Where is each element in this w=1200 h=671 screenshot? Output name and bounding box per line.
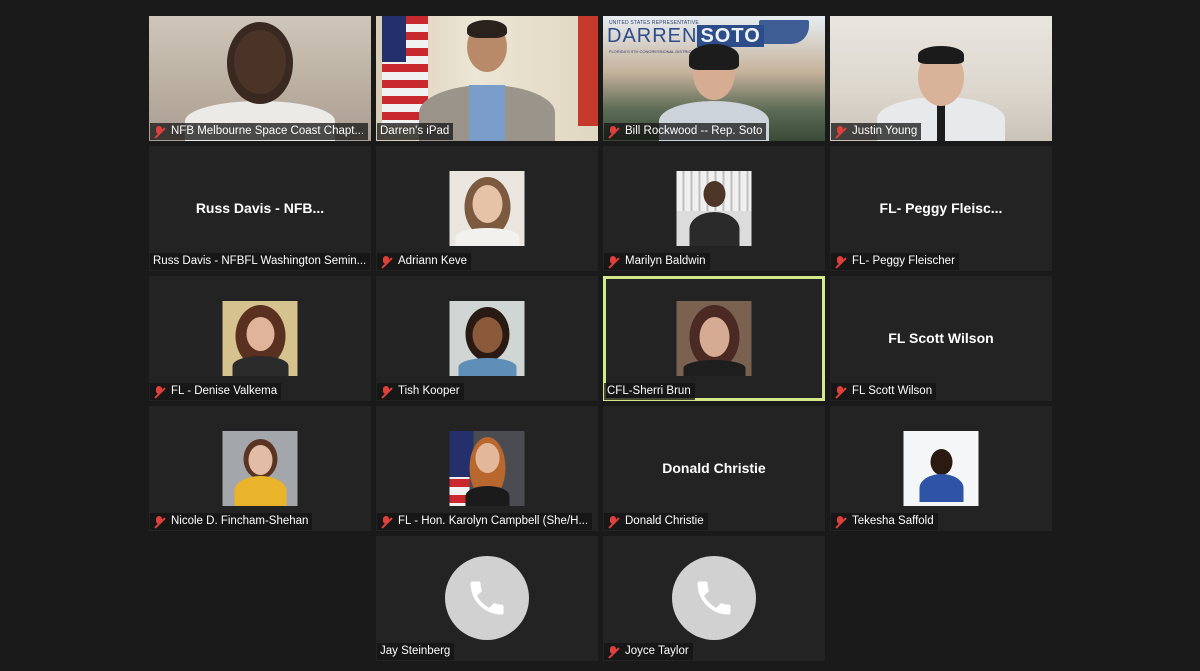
profile-photo [222,431,298,506]
phone-call-icon [672,556,756,640]
participant-name-label: Tish Kooper [377,383,464,400]
participant-tile[interactable]: Donald Christie Donald Christie [603,406,825,531]
mic-muted-icon [607,125,619,138]
profile-photo [449,431,525,506]
participant-name-label: Darren's iPad [377,123,454,140]
participant-tile[interactable]: Jay Steinberg [376,536,598,661]
participant-tile[interactable]: FL Scott Wilson FL Scott Wilson [830,276,1052,401]
mic-muted-icon [153,515,165,528]
participant-name-label: Joyce Taylor [604,643,693,660]
participant-name-label: Marilyn Baldwin [604,253,710,270]
participant-name-label: Russ Davis - NFBFL Washington Semin... [150,253,371,270]
mic-muted-icon [834,515,846,528]
participant-tile[interactable]: Tekesha Saffold [830,406,1052,531]
profile-photo [903,431,979,506]
profile-photo [676,171,752,246]
profile-photo [449,301,525,376]
participant-name-label: FL- Peggy Fleischer [831,253,959,270]
profile-photo [449,171,525,246]
participant-name-label: FL - Hon. Karolyn Campbell (She/H... [377,513,593,530]
participant-tile[interactable]: Justin Young [830,16,1052,141]
participant-name-label: Tekesha Saffold [831,513,938,530]
mic-muted-icon [834,385,846,398]
participant-tile[interactable]: FL- Peggy Fleisc... FL- Peggy Fleischer [830,146,1052,271]
participant-tile[interactable]: Joyce Taylor [603,536,825,661]
participant-name-label: CFL-Sherri Brun [604,383,695,400]
mic-muted-icon [380,515,392,528]
mic-muted-icon [834,255,846,268]
participant-name-label: FL - Denise Valkema [150,383,282,400]
participant-name-label: Adriann Keve [377,253,472,270]
profile-photo [222,301,298,376]
participant-display-name: Russ Davis - NFB... [195,200,325,216]
participant-name-label: Justin Young [831,123,922,140]
participant-name-label: NFB Melbourne Space Coast Chapt... [150,123,369,140]
participant-name-label: FL Scott Wilson [831,383,937,400]
mic-muted-icon [153,125,165,138]
participant-tile[interactable]: Marilyn Baldwin [603,146,825,271]
florida-map-icon [759,20,809,44]
participant-tile[interactable]: Darren's iPad [376,16,598,141]
phone-call-icon [445,556,529,640]
participant-tile[interactable]: Adriann Keve [376,146,598,271]
participant-display-name: FL- Peggy Fleisc... [879,200,1003,216]
participant-name-label: Donald Christie [604,513,708,530]
participant-tile[interactable]: Tish Kooper [376,276,598,401]
florida-flag-icon [578,16,598,126]
profile-photo [676,301,752,376]
participant-name-label: Bill Rockwood -- Rep. Soto [604,123,767,140]
participant-name-label: Nicole D. Fincham-Shehan [150,513,313,530]
participant-tile[interactable]: Russ Davis - NFB... Russ Davis - NFBFL W… [149,146,371,271]
participant-tile[interactable]: NFB Melbourne Space Coast Chapt... [149,16,371,141]
gallery-grid: NFB Melbourne Space Coast Chapt... Darre… [149,16,1054,664]
mic-muted-icon [607,645,619,658]
participant-tile[interactable]: Nicole D. Fincham-Shehan [149,406,371,531]
participant-tile[interactable]: FL - Hon. Karolyn Campbell (She/H... [376,406,598,531]
participant-display-name: Donald Christie [662,460,766,476]
mic-muted-icon [607,255,619,268]
mic-muted-icon [834,125,846,138]
participant-tile[interactable]: FL - Denise Valkema [149,276,371,401]
mic-muted-icon [607,515,619,528]
participant-tile[interactable]: UNITED STATES REPRESENTATIVE DARREN SOTO … [603,16,825,141]
mic-muted-icon [153,385,165,398]
participant-display-name: FL Scott Wilson [888,330,994,346]
participant-name-label: Jay Steinberg [377,643,455,660]
mic-muted-icon [380,255,392,268]
mic-muted-icon [380,385,392,398]
participant-tile-active-speaker[interactable]: CFL-Sherri Brun [603,276,825,401]
